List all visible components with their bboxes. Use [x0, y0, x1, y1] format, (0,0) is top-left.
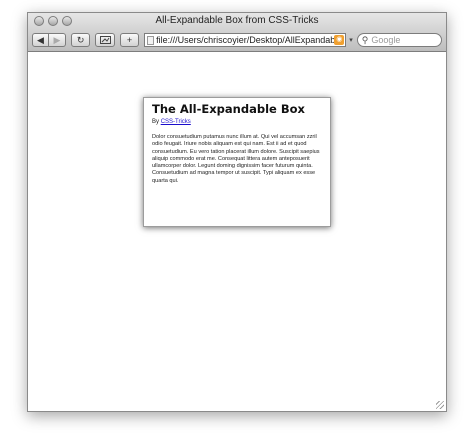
address-bar[interactable]: file:///Users/chriscoyier/Desktop/AllExp… [144, 33, 347, 47]
page-icon [147, 35, 155, 45]
add-bookmark-label: + [126, 35, 133, 45]
byline-link[interactable]: CSS-Tricks [161, 119, 191, 125]
reload-button[interactable]: ↻ [71, 33, 91, 47]
page-content: The All-Expandable Box By CSS-Tricks Dol… [28, 52, 446, 411]
address-text: file:///Users/chriscoyier/Desktop/AllExp… [156, 35, 336, 45]
reload-icon: ↻ [76, 34, 85, 45]
box-body-text: Dolor consuetudium putamus nunc illum at… [152, 134, 320, 184]
box-title: The All-Expandable Box [152, 102, 305, 116]
resize-grip-icon[interactable] [436, 401, 444, 409]
nav-buttons: ◀ ▶ [32, 33, 66, 47]
window-title: All-Expandable Box from CSS-Tricks [155, 15, 319, 26]
browser-toolbar: ◀ ▶ ↻ + file:///Users/chriscoyier/Deskto… [32, 32, 442, 48]
back-button[interactable]: ◀ [32, 33, 49, 47]
expandable-box: The All-Expandable Box By CSS-Tricks Dol… [143, 97, 331, 227]
search-placeholder: Google [371, 35, 401, 45]
search-field[interactable]: ⚲ Google [356, 33, 442, 47]
add-bookmark-button[interactable]: + [119, 33, 140, 47]
byline-prefix: By [152, 119, 160, 125]
forward-arrow-icon: ▶ [53, 34, 61, 45]
back-arrow-icon: ◀ [37, 34, 44, 45]
byline: By CSS-Tricks [152, 119, 322, 125]
snapback-icon [99, 36, 111, 44]
snapback-button[interactable] [95, 33, 115, 47]
title-bar: All-Expandable Box from CSS-Tricks ◀ ▶ ↻ [28, 13, 446, 52]
browser-window: All-Expandable Box from CSS-Tricks ◀ ▶ ↻ [27, 12, 447, 412]
rss-icon[interactable]: ◉ [334, 35, 345, 45]
forward-button[interactable]: ▶ [49, 33, 66, 47]
address-dropdown-icon[interactable]: ▾ [349, 36, 353, 44]
search-icon: ⚲ [361, 34, 369, 45]
